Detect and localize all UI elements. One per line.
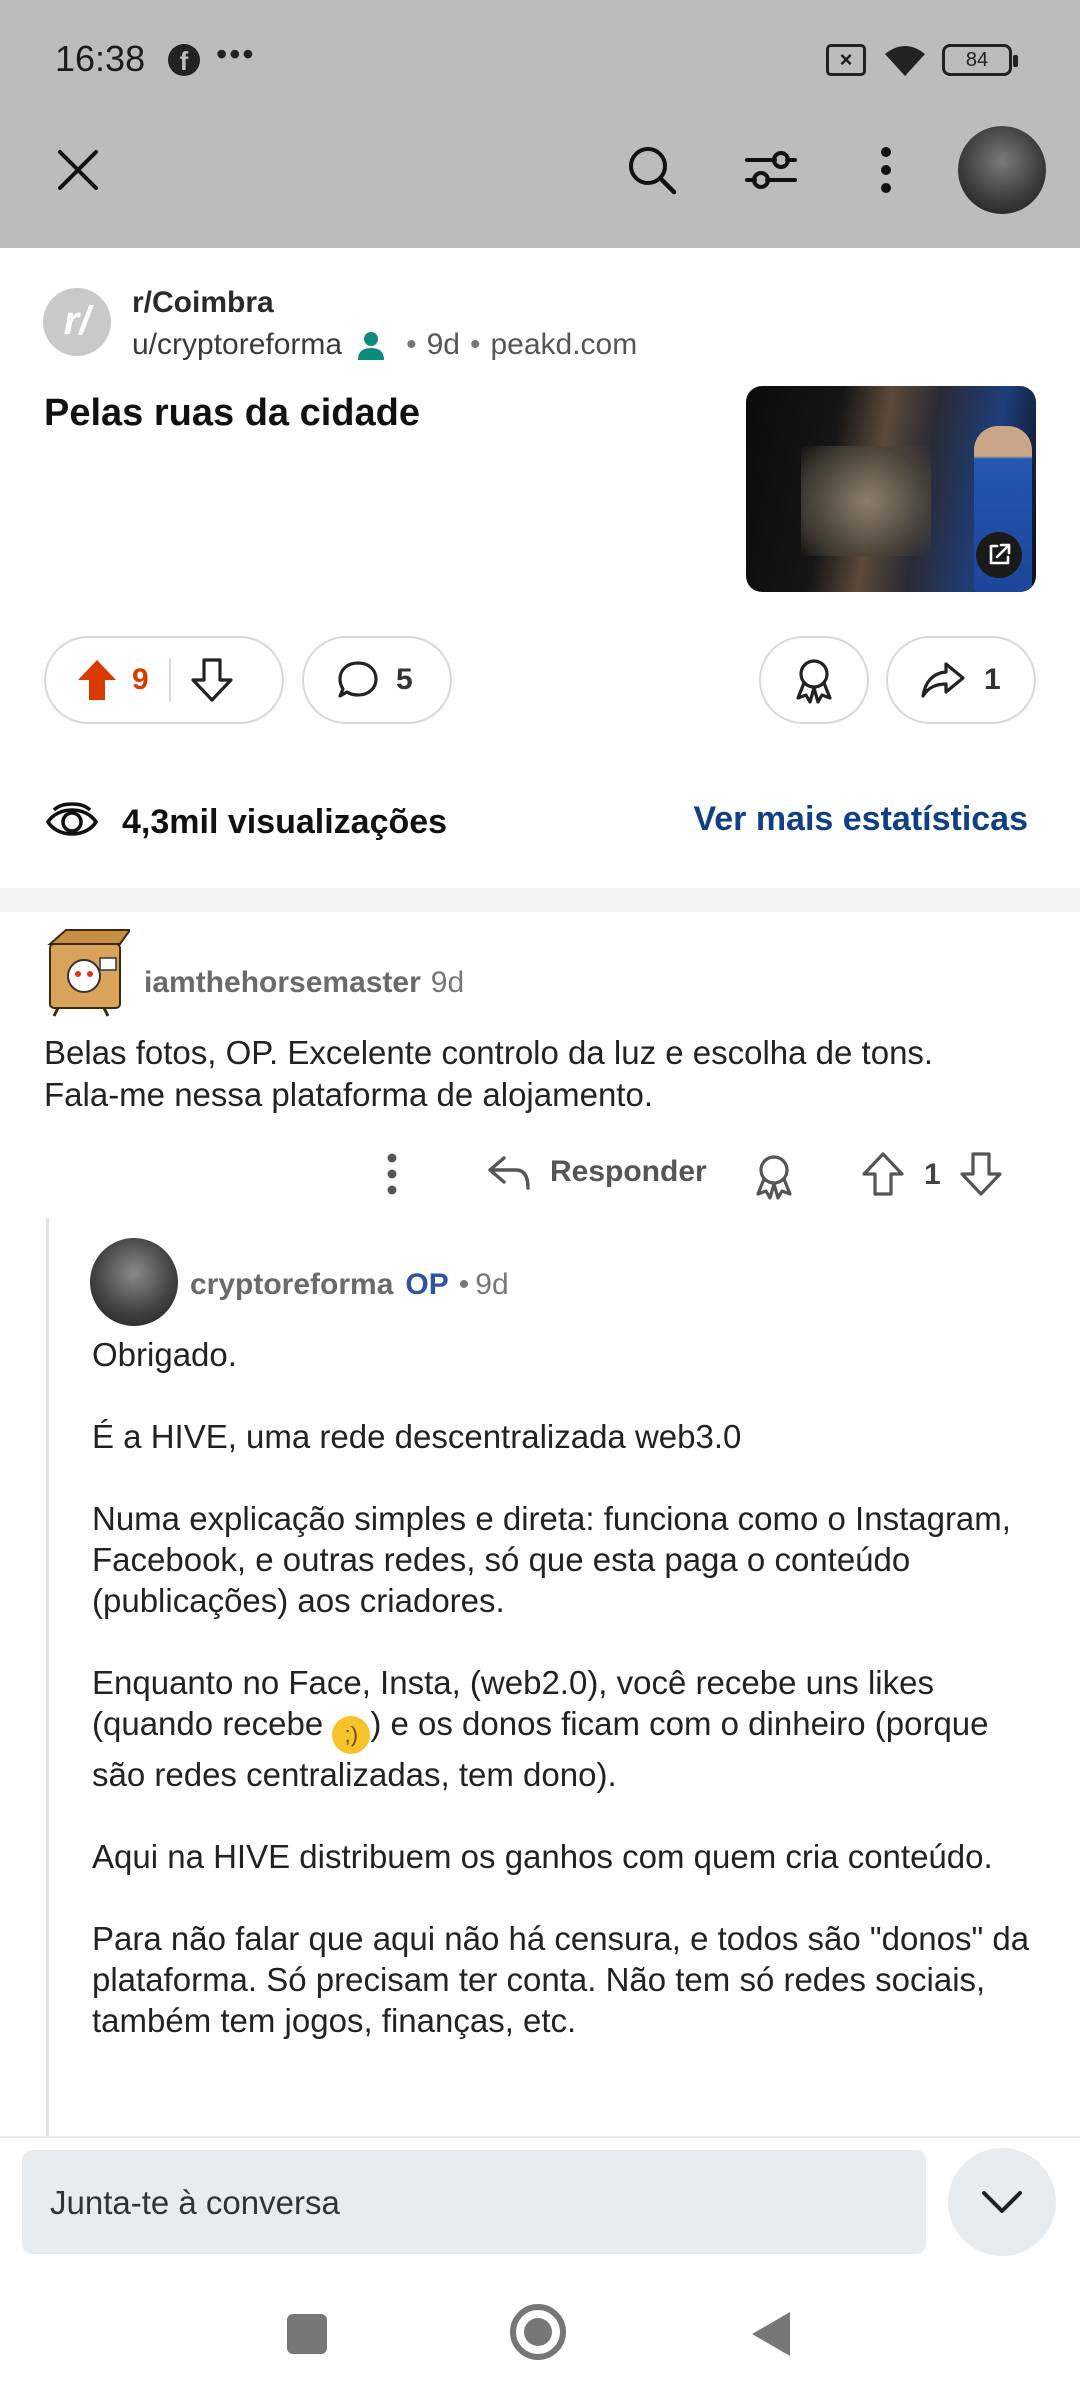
reply-paragraph: É a HIVE, uma rede descentralizada web3.… xyxy=(92,1418,742,1455)
overflow-menu-button[interactable] xyxy=(866,140,906,200)
reply-button[interactable]: Responder xyxy=(486,1152,707,1192)
reply-author-name[interactable]: cryptoreforma xyxy=(190,1268,393,1302)
comment-body: Belas fotos, OP. Excelente controlo da l… xyxy=(44,1032,1044,1116)
home-button[interactable] xyxy=(510,2304,566,2360)
search-icon xyxy=(629,147,677,195)
wifi-icon xyxy=(885,46,925,76)
close-button[interactable] xyxy=(48,144,108,196)
comment-input-placeholder: Junta-te à conversa xyxy=(50,2184,340,2221)
dot-separator: • xyxy=(469,328,481,361)
upvote-icon[interactable] xyxy=(862,1152,904,1196)
share-button[interactable]: 1 xyxy=(886,636,1036,724)
back-button[interactable] xyxy=(752,2312,790,2356)
section-divider xyxy=(0,888,1080,912)
upvote-count: 9 xyxy=(132,663,149,696)
post-thumbnail[interactable] xyxy=(746,386,1036,592)
views-icon xyxy=(45,802,99,836)
reply-paragraph: Para não falar que aqui não há censura, … xyxy=(92,1920,1030,2039)
user-avatar[interactable] xyxy=(958,126,1046,214)
comment-icon xyxy=(338,661,378,698)
search-button[interactable] xyxy=(620,140,684,200)
more-vertical-icon[interactable] xyxy=(384,1150,400,1202)
award-icon xyxy=(796,659,832,704)
filter-icon xyxy=(745,151,797,189)
views-row: 4,3mil visualizações xyxy=(44,798,447,846)
subreddit-name[interactable]: r/Coimbra xyxy=(132,286,274,320)
recents-button[interactable] xyxy=(287,2314,327,2354)
reply-author: cryptoreforma OP • 9d xyxy=(190,1268,509,1302)
chevron-down-icon xyxy=(982,2191,1022,2213)
facebook-icon: f xyxy=(168,44,200,76)
close-icon xyxy=(58,150,98,190)
no-sim-icon: × xyxy=(826,44,866,76)
reply-paragraph: Obrigado. xyxy=(92,1336,237,1373)
comment-vote-count: 1 xyxy=(924,1158,941,1191)
dot-separator: • xyxy=(458,1268,470,1301)
collapse-button[interactable] xyxy=(948,2148,1056,2256)
comment-input[interactable]: Junta-te à conversa xyxy=(22,2150,926,2254)
top-bar: 16:38 f ••• × 84 xyxy=(0,0,1080,248)
more-stats-link[interactable]: Ver mais estatísticas xyxy=(693,800,1028,839)
reply-label: Responder xyxy=(550,1155,707,1188)
share-icon xyxy=(921,662,965,698)
views-count: 4,3mil visualizações xyxy=(122,802,448,841)
more-dots-icon: ••• xyxy=(216,36,256,72)
award-icon[interactable] xyxy=(752,1152,796,1200)
thumbnail-light xyxy=(801,446,931,556)
external-link-icon xyxy=(976,532,1022,578)
op-badge: OP xyxy=(405,1268,449,1301)
post-age: 9d xyxy=(426,328,460,361)
comments-button[interactable]: 5 xyxy=(302,636,452,724)
comment-line: Fala-me nessa plataforma de alojamento. xyxy=(44,1076,653,1113)
navigation-bar xyxy=(0,2266,1080,2400)
downvote-icon[interactable] xyxy=(191,658,233,702)
wink-emoji-icon: ;) xyxy=(332,1716,371,1754)
post-domain[interactable]: peakd.com xyxy=(490,328,637,362)
post-author[interactable]: u/cryptoreforma xyxy=(132,328,342,362)
sort-button[interactable] xyxy=(736,140,806,200)
vote-divider xyxy=(168,658,171,702)
status-time: 16:38 xyxy=(55,38,146,79)
battery-icon: 84 xyxy=(942,44,1018,76)
post-meta: u/cryptoreforma • 9d • peakd.com xyxy=(132,328,637,362)
post-title[interactable]: Pelas ruas da cidade xyxy=(44,392,420,435)
subreddit-avatar[interactable]: r/ xyxy=(43,288,111,356)
comment-age: 9d xyxy=(430,966,465,999)
vote-pill: 9 xyxy=(44,636,284,724)
reply-paragraph: Aqui na HIVE distribuem os ganhos com qu… xyxy=(92,1838,993,1875)
downvote-icon[interactable] xyxy=(960,1152,1002,1196)
reply-age: 9d xyxy=(475,1268,509,1301)
more-vertical-icon xyxy=(881,147,891,193)
reply-paragraph: Numa explicação simples e direta: funcio… xyxy=(92,1500,1011,1619)
upvote-icon[interactable] xyxy=(76,658,118,702)
thread-line[interactable] xyxy=(46,1218,49,2138)
reply-body: Obrigado. É a HIVE, uma rede descentrali… xyxy=(92,1334,1042,2082)
comment-author-name[interactable]: iamthehorsemaster xyxy=(144,966,421,999)
share-count: 1 xyxy=(984,663,1001,696)
award-button[interactable] xyxy=(759,636,869,724)
comment-actions: Responder 1 xyxy=(0,1146,1080,1206)
reply-paragraph: Enquanto no Face, Insta, (web2.0), você … xyxy=(92,1662,1042,1795)
comment-line: Belas fotos, OP. Excelente controlo da l… xyxy=(44,1034,934,1071)
reply-icon xyxy=(488,1156,530,1190)
person-icon xyxy=(358,332,385,360)
dot-separator: • xyxy=(406,328,417,361)
comment-count: 5 xyxy=(396,663,413,696)
comment-author[interactable]: iamthehorsemaster 9d xyxy=(144,966,464,1000)
status-bar: 16:38 f ••• × 84 xyxy=(0,0,1080,120)
reply-author-avatar[interactable] xyxy=(90,1238,178,1326)
commenter-avatar[interactable] xyxy=(44,920,130,1018)
